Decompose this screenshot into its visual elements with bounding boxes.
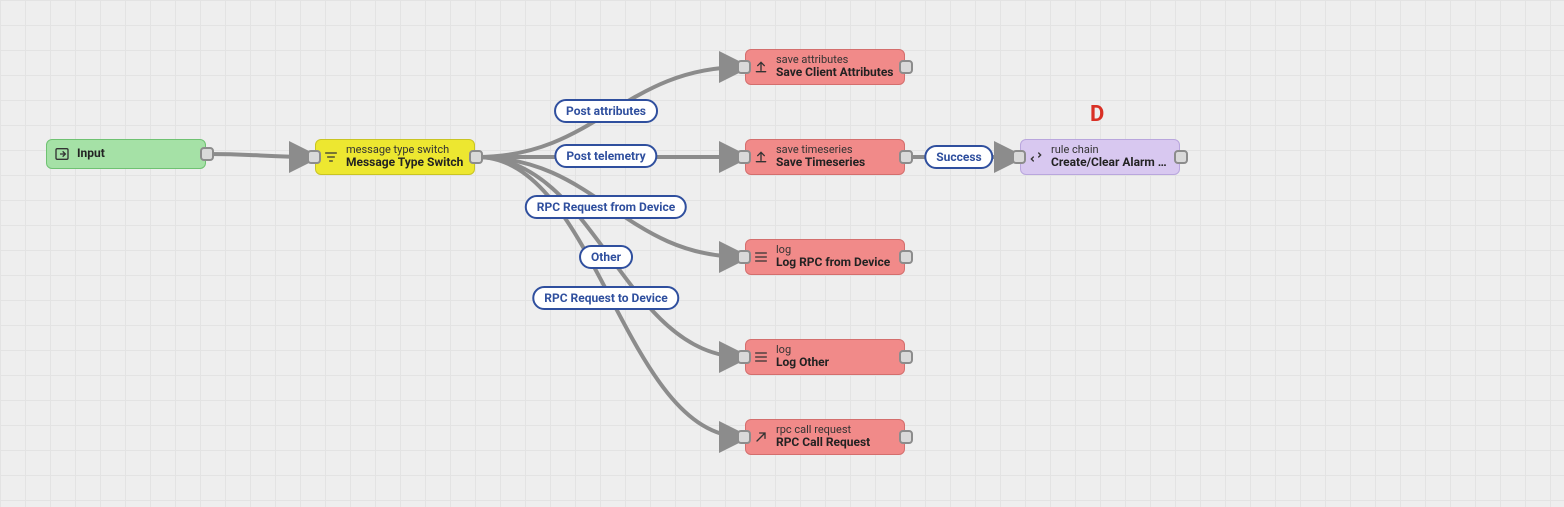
edge-label[interactable]: Post telemetry (554, 144, 657, 168)
port-in[interactable] (737, 350, 751, 364)
port-out[interactable] (899, 60, 913, 74)
node-rule-chain[interactable]: rule chain Create/Clear Alarm &... (1020, 139, 1180, 175)
port-in[interactable] (737, 430, 751, 444)
node-name-label: Message Type Switch (346, 156, 463, 170)
node-name-label: Create/Clear Alarm &... (1051, 156, 1171, 170)
node-input[interactable]: Input (46, 139, 206, 169)
node-input-label: Input (77, 147, 105, 161)
edge-label[interactable]: Success (924, 145, 993, 169)
port-out[interactable] (899, 150, 913, 164)
port-out[interactable] (899, 350, 913, 364)
node-name-label: Save Client Attributes (776, 66, 893, 80)
node-message-type-switch[interactable]: message type switch Message Type Switch (315, 139, 475, 175)
node-type-label: message type switch (346, 144, 463, 157)
edge-label[interactable]: RPC Request from Device (525, 195, 687, 219)
edge-label[interactable]: Post attributes (554, 99, 658, 123)
node-save-attributes[interactable]: save attributes Save Client Attributes (745, 49, 905, 85)
node-type-label: rule chain (1051, 144, 1171, 157)
node-name-label: RPC Call Request (776, 436, 870, 450)
node-type-label: save timeseries (776, 144, 865, 157)
node-type-label: log (776, 244, 890, 257)
port-out[interactable] (899, 430, 913, 444)
port-in[interactable] (1012, 150, 1026, 164)
node-type-label: log (776, 344, 829, 357)
port-out[interactable] (1174, 150, 1188, 164)
node-rpc-call-request[interactable]: rpc call request RPC Call Request (745, 419, 905, 455)
node-save-timeseries[interactable]: save timeseries Save Timeseries (745, 139, 905, 175)
node-log-other[interactable]: log Log Other (745, 339, 905, 375)
edge[interactable] (208, 154, 313, 157)
rule-chain-canvas[interactable]: D Input message type switch Message Type… (0, 0, 1564, 507)
node-name-label: Log RPC from Device (776, 256, 890, 270)
port-out[interactable] (200, 147, 214, 161)
port-in[interactable] (737, 60, 751, 74)
node-type-label: rpc call request (776, 424, 870, 437)
port-out[interactable] (469, 150, 483, 164)
node-type-label: save attributes (776, 54, 893, 67)
edge-label[interactable]: RPC Request to Device (532, 286, 679, 310)
port-out[interactable] (899, 250, 913, 264)
node-log-rpc-from-device[interactable]: log Log RPC from Device (745, 239, 905, 275)
annotation-d: D (1090, 102, 1104, 127)
node-name-label: Log Other (776, 356, 829, 370)
input-icon (47, 146, 77, 162)
port-in[interactable] (307, 150, 321, 164)
port-in[interactable] (737, 150, 751, 164)
edge-label[interactable]: Other (579, 245, 633, 269)
port-in[interactable] (737, 250, 751, 264)
node-name-label: Save Timeseries (776, 156, 865, 170)
